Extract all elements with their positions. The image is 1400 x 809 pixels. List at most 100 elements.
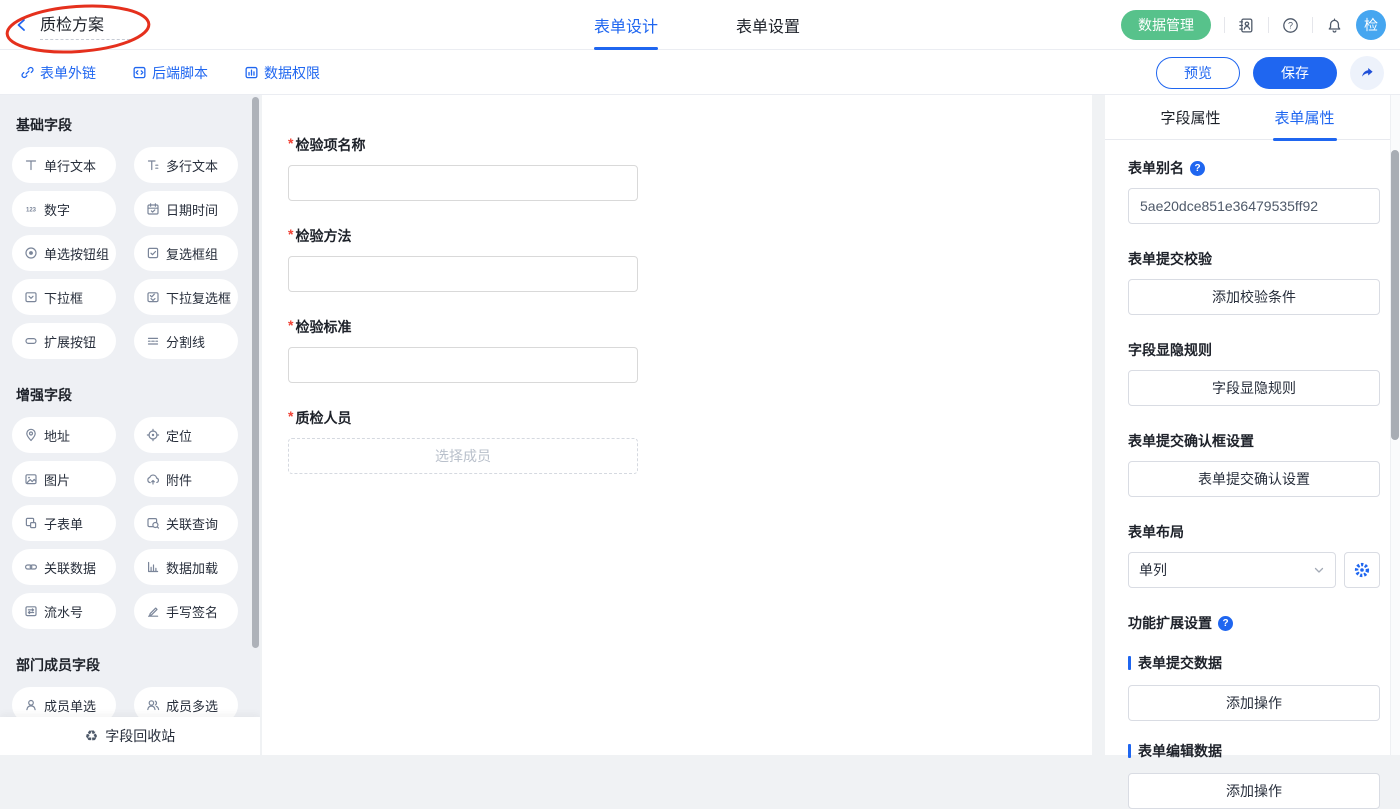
field-palette-sidebar: 基础字段 单行文本 多行文本 123 数字 日期时间 单选按钮组 复选框组 下拉… [0, 95, 260, 755]
palette-item-data-load[interactable]: 数据加载 [134, 549, 238, 585]
multi-line-text-icon [146, 158, 160, 172]
avatar[interactable]: 检 [1356, 10, 1386, 40]
serial-number-icon [24, 604, 38, 618]
window-scrollbar-thumb[interactable] [1391, 150, 1399, 440]
header-divider [1268, 17, 1269, 33]
form-field-inspection-standard[interactable]: *检验标准 [288, 317, 1092, 383]
share-button[interactable] [1350, 56, 1384, 90]
palette-item-radio-group[interactable]: 单选按钮组 [12, 235, 116, 271]
palette-item-serial-number[interactable]: 流水号 [12, 593, 116, 629]
submit-confirm-button[interactable]: 表单提交确认设置 [1128, 461, 1380, 497]
palette-item-multi-line-text[interactable]: 多行文本 [134, 147, 238, 183]
tab-form-properties[interactable]: 表单属性 [1275, 95, 1335, 140]
form-external-link[interactable]: 表单外链 [20, 63, 96, 83]
palette-item-number[interactable]: 123 数字 [12, 191, 116, 227]
layout-settings-button[interactable] [1344, 552, 1380, 588]
recycle-icon: ♻ [85, 729, 98, 744]
accent-bar [1128, 656, 1131, 670]
form-alias-label: 表单别名 [1128, 158, 1184, 178]
palette-item-divider-line[interactable]: 分割线 [134, 323, 238, 359]
field-recycle-bin[interactable]: ♻ 字段回收站 [0, 717, 260, 755]
required-asterisk: * [288, 135, 293, 151]
palette-item-checkbox-group[interactable]: 复选框组 [134, 235, 238, 271]
share-arrow-icon [1359, 65, 1375, 81]
svg-text:123: 123 [26, 207, 37, 213]
form-field-inspection-item-name[interactable]: *检验项名称 [288, 135, 1092, 201]
backend-script-link[interactable]: 后端脚本 [132, 63, 208, 83]
tab-form-settings[interactable]: 表单设置 [736, 0, 800, 50]
multi-dropdown-icon [146, 290, 160, 304]
help-circle-icon[interactable]: ? [1282, 17, 1299, 34]
select-member-box[interactable]: 选择成员 [288, 438, 638, 474]
palette-item-multi-dropdown[interactable]: 下拉复选框 [134, 279, 238, 315]
palette-item-datetime[interactable]: 日期时间 [134, 191, 238, 227]
subform-icon [24, 516, 38, 530]
number-icon: 123 [24, 202, 38, 216]
page-title[interactable]: 质检方案 [40, 11, 130, 40]
required-asterisk: * [288, 226, 293, 242]
location-icon [146, 428, 160, 442]
radio-group-icon [24, 246, 38, 260]
header-tabs: 表单设计 表单设置 [594, 0, 800, 50]
palette-item-linked-query[interactable]: 关联查询 [134, 505, 238, 541]
form-alias-input[interactable] [1128, 188, 1380, 224]
dropdown-icon [24, 290, 38, 304]
data-load-icon [146, 560, 160, 574]
required-asterisk: * [288, 408, 293, 424]
form-field-inspection-method[interactable]: *检验方法 [288, 226, 1092, 292]
help-icon[interactable]: ? [1218, 616, 1233, 631]
add-action-button-edit[interactable]: 添加操作 [1128, 773, 1380, 809]
help-icon[interactable]: ? [1190, 161, 1205, 176]
app-header: 质检方案 表单设计 表单设置 数据管理 ? 检 [0, 0, 1400, 50]
window-scrollbar-track[interactable] [1390, 95, 1400, 755]
visibility-rules-button[interactable]: 字段显隐规则 [1128, 370, 1380, 406]
link-icon [20, 65, 35, 80]
required-asterisk: * [288, 317, 293, 333]
field-label: *质检人员 [288, 408, 1092, 428]
header-divider [1312, 17, 1313, 33]
ext-item-submit-data: 表单提交数据 [1128, 653, 1380, 673]
palette-item-subform[interactable]: 子表单 [12, 505, 116, 541]
preview-button[interactable]: 预览 [1156, 57, 1240, 89]
svg-text:?: ? [1288, 20, 1293, 30]
palette-item-address[interactable]: 地址 [12, 417, 116, 453]
script-icon [132, 65, 147, 80]
palette-item-dropdown[interactable]: 下拉框 [12, 279, 116, 315]
field-label: *检验标准 [288, 317, 1092, 337]
palette-item-linked-data[interactable]: 关联数据 [12, 549, 116, 585]
sidebar-scrollbar[interactable] [252, 97, 259, 648]
palette-item-signature[interactable]: 手写签名 [134, 593, 238, 629]
data-permission-link[interactable]: 数据权限 [244, 63, 320, 83]
palette-section-members: 部门成员字段 [16, 655, 260, 675]
form-design-canvas[interactable]: *检验项名称 *检验方法 *检验标准 *质检人员 选择成员 [262, 95, 1092, 755]
data-manage-button[interactable]: 数据管理 [1121, 10, 1211, 40]
palette-item-single-line-text[interactable]: 单行文本 [12, 147, 116, 183]
linked-data-icon [24, 560, 38, 574]
add-action-button-submit[interactable]: 添加操作 [1128, 685, 1380, 721]
header-divider [1224, 17, 1225, 33]
back-chevron-icon [14, 17, 30, 33]
palette-item-extend-button[interactable]: 扩展按钮 [12, 323, 116, 359]
back-button[interactable] [14, 17, 30, 33]
visibility-rules-title: 字段显隐规则 [1128, 340, 1212, 360]
tab-field-properties[interactable]: 字段属性 [1160, 95, 1220, 140]
inspection-item-name-input[interactable] [288, 165, 638, 201]
inspection-method-input[interactable] [288, 256, 638, 292]
save-button[interactable]: 保存 [1253, 57, 1337, 89]
inspection-standard-input[interactable] [288, 347, 638, 383]
form-toolbar: 表单外链 后端脚本 数据权限 预览 保存 [0, 50, 1400, 95]
datetime-icon [146, 202, 160, 216]
ext-item-edit-data: 表单编辑数据 [1128, 741, 1380, 761]
tab-form-design[interactable]: 表单设计 [594, 0, 658, 50]
layout-select[interactable]: 单列 [1128, 552, 1336, 588]
submit-check-title: 表单提交校验 [1128, 249, 1212, 269]
linked-query-icon [146, 516, 160, 530]
address-icon [24, 428, 38, 442]
palette-item-attachment[interactable]: 附件 [134, 461, 238, 497]
form-field-qc-staff[interactable]: *质检人员 选择成员 [288, 408, 1092, 474]
notification-bell-icon[interactable] [1326, 17, 1343, 34]
contacts-icon[interactable] [1238, 17, 1255, 34]
palette-item-image[interactable]: 图片 [12, 461, 116, 497]
add-check-condition-button[interactable]: 添加校验条件 [1128, 279, 1380, 315]
palette-item-location[interactable]: 定位 [134, 417, 238, 453]
